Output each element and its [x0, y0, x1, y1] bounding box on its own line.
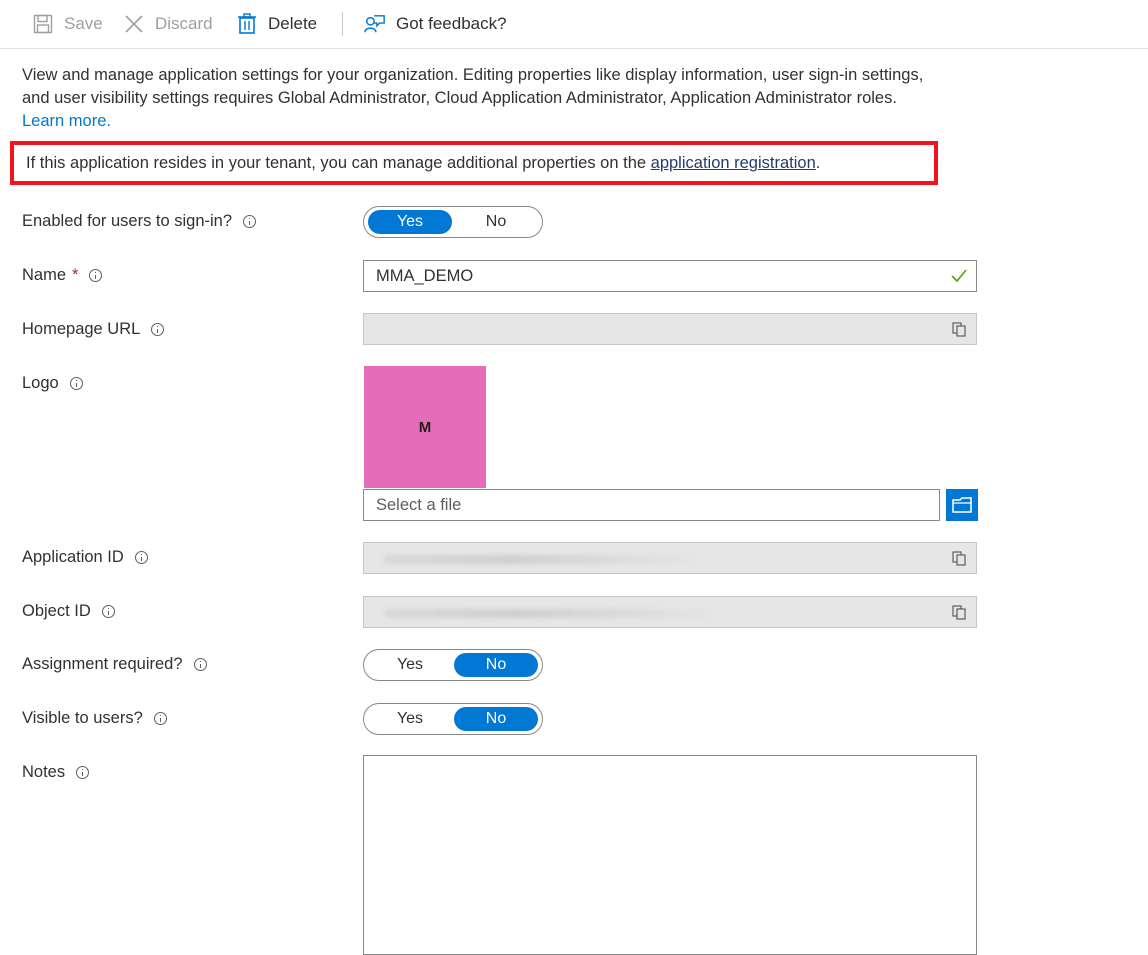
- name-label-text: Name: [22, 266, 67, 284]
- application-id-label-text: Application ID: [22, 548, 124, 566]
- visible-toggle[interactable]: Yes No: [363, 703, 543, 735]
- enabled-label: Enabled for users to sign-in?: [22, 212, 257, 231]
- required-asterisk: *: [72, 266, 79, 284]
- assignment-no-option[interactable]: No: [454, 653, 538, 677]
- copy-icon[interactable]: [952, 322, 966, 337]
- object-id-field: [363, 596, 977, 628]
- enabled-toggle[interactable]: Yes No: [363, 206, 543, 238]
- application-id-field: [363, 542, 977, 574]
- visible-yes-option[interactable]: Yes: [368, 707, 452, 731]
- copy-icon[interactable]: [952, 605, 966, 620]
- browse-file-button[interactable]: [946, 489, 978, 521]
- object-id-label: Object ID: [22, 602, 115, 621]
- name-label: Name *: [22, 266, 103, 285]
- notice-suffix: .: [815, 154, 821, 172]
- name-input[interactable]: MMA_DEMO: [363, 260, 977, 292]
- info-icon[interactable]: [134, 551, 148, 564]
- info-icon[interactable]: [101, 605, 115, 618]
- close-icon: [123, 13, 145, 35]
- assignment-toggle[interactable]: Yes No: [363, 649, 543, 681]
- folder-icon: [952, 497, 972, 513]
- save-label: Save: [64, 14, 103, 33]
- app-logo: M: [364, 366, 486, 488]
- assignment-yes-option[interactable]: Yes: [368, 653, 452, 677]
- feedback-label: Got feedback?: [396, 14, 507, 33]
- notes-label-text: Notes: [22, 763, 66, 781]
- feedback-icon: [364, 13, 386, 35]
- feedback-button[interactable]: Got feedback?: [364, 10, 507, 38]
- save-button[interactable]: Save: [32, 10, 103, 38]
- assignment-label: Assignment required?: [22, 655, 207, 674]
- info-icon[interactable]: [193, 658, 207, 671]
- notes-textarea[interactable]: [363, 755, 977, 955]
- application-registration-link[interactable]: application registration: [651, 154, 816, 172]
- toolbar-divider: [342, 12, 343, 36]
- notice-message: If this application resides in your tena…: [26, 154, 820, 173]
- info-icon[interactable]: [76, 766, 90, 779]
- delete-label: Delete: [268, 14, 318, 33]
- info-icon[interactable]: [153, 712, 167, 725]
- copy-icon[interactable]: [952, 551, 966, 566]
- file-select-input[interactable]: Select a file: [363, 489, 940, 521]
- visible-label-text: Visible to users?: [22, 709, 143, 727]
- discard-label: Discard: [155, 14, 213, 33]
- description-text: View and manage application settings for…: [22, 66, 924, 107]
- info-icon[interactable]: [151, 323, 165, 336]
- command-bar: Save Discard Delete Got feedback?: [0, 0, 1148, 49]
- name-value: MMA_DEMO: [376, 267, 474, 285]
- page-description: View and manage application settings for…: [22, 64, 942, 133]
- highlighted-notice: If this application resides in your tena…: [10, 141, 938, 185]
- info-icon[interactable]: [243, 215, 257, 228]
- enabled-no-option[interactable]: No: [454, 210, 538, 234]
- notes-label: Notes: [22, 763, 90, 782]
- discard-button[interactable]: Discard: [123, 10, 213, 38]
- logo-letter: M: [418, 418, 432, 436]
- homepage-url-field: [363, 313, 977, 345]
- redacted-value: [384, 609, 724, 618]
- homepage-label-text: Homepage URL: [22, 320, 141, 338]
- trash-icon: [236, 13, 258, 35]
- info-icon[interactable]: [69, 377, 83, 390]
- info-icon[interactable]: [89, 269, 103, 282]
- enabled-label-text: Enabled for users to sign-in?: [22, 212, 233, 230]
- save-icon: [32, 13, 54, 35]
- enabled-yes-option[interactable]: Yes: [368, 210, 452, 234]
- delete-button[interactable]: Delete: [236, 10, 317, 38]
- learn-more-link[interactable]: Learn more.: [22, 112, 111, 130]
- logo-label: Logo: [22, 374, 83, 393]
- homepage-label: Homepage URL: [22, 320, 165, 339]
- logo-label-text: Logo: [22, 374, 59, 392]
- assignment-label-text: Assignment required?: [22, 655, 183, 673]
- visible-label: Visible to users?: [22, 709, 167, 728]
- redacted-value: [384, 555, 704, 564]
- application-id-label: Application ID: [22, 548, 148, 567]
- file-select-placeholder: Select a file: [376, 496, 462, 514]
- checkmark-icon: [951, 269, 967, 288]
- object-id-label-text: Object ID: [22, 602, 91, 620]
- visible-no-option[interactable]: No: [454, 707, 538, 731]
- notice-text: If this application resides in your tena…: [26, 154, 647, 172]
